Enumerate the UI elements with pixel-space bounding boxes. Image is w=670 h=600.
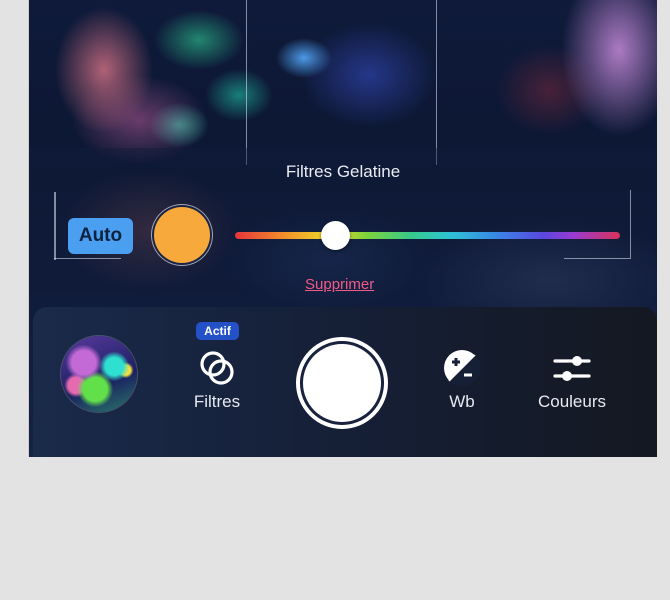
filters-label: Filtres bbox=[193, 392, 241, 411]
filter-panel-title: Filtres Gelatine bbox=[285, 162, 401, 181]
hue-slider-thumb[interactable] bbox=[320, 221, 350, 250]
focus-bracket bbox=[564, 258, 631, 259]
white-balance-button[interactable]: Wb bbox=[417, 348, 507, 412]
shutter-button[interactable] bbox=[296, 337, 388, 429]
sliders-icon bbox=[553, 356, 591, 381]
shutter-inner bbox=[303, 344, 381, 422]
filters-icon bbox=[200, 351, 234, 385]
exposure-icon bbox=[444, 350, 481, 387]
colors-label: Couleurs bbox=[537, 392, 607, 411]
gallery-thumbnail[interactable] bbox=[61, 336, 137, 412]
focus-bracket bbox=[630, 190, 631, 258]
colors-button[interactable]: Couleurs bbox=[527, 348, 617, 412]
filters-button[interactable]: Filtres bbox=[172, 348, 262, 412]
wb-label: Wb bbox=[449, 392, 475, 411]
hue-slider-track[interactable] bbox=[235, 232, 620, 239]
active-badge: Actif bbox=[196, 322, 239, 340]
selected-color-swatch[interactable] bbox=[154, 207, 210, 263]
grid-line bbox=[246, 0, 247, 165]
grid-line bbox=[436, 0, 437, 165]
delete-filter-link[interactable]: Supprimer bbox=[305, 276, 374, 293]
focus-bracket bbox=[54, 192, 56, 260]
auto-button[interactable]: Auto bbox=[68, 218, 133, 254]
camera-screen: Filtres Gelatine Auto Supprimer Actif Fi… bbox=[28, 0, 657, 457]
focus-bracket bbox=[54, 258, 121, 259]
